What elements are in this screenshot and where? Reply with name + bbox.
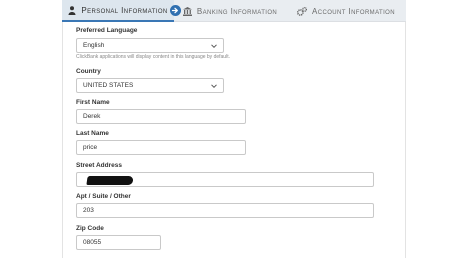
- street-address-label: Street Address: [76, 162, 122, 169]
- chevron-down-icon: [211, 84, 217, 89]
- tab-label: Personal Information: [81, 5, 168, 15]
- bank-icon: [182, 6, 192, 16]
- redaction-mark: [86, 176, 134, 185]
- tab-label: Account Information: [312, 6, 395, 16]
- tab-account-information[interactable]: Account Information: [286, 0, 406, 22]
- arrow-right-circle-icon: [170, 5, 181, 16]
- first-name-value: Derek: [83, 113, 101, 120]
- preferred-language-value: English: [83, 42, 105, 49]
- tab-personal-information[interactable]: Personal Information: [62, 0, 174, 22]
- tab-bar: Personal Information Banking Information…: [62, 0, 406, 22]
- first-name-label: First Name: [76, 99, 110, 106]
- last-name-label: Last Name: [76, 130, 109, 137]
- gears-icon: [297, 6, 308, 16]
- street-address-field[interactable]: [76, 172, 374, 187]
- zip-code-field[interactable]: 08055: [76, 235, 161, 250]
- apt-suite-label: Apt / Suite / Other: [76, 193, 131, 200]
- language-help-text: ClickBank applications will display cont…: [76, 54, 230, 60]
- last-name-field[interactable]: price: [76, 140, 246, 155]
- preferred-language-label: Preferred Language: [76, 27, 138, 34]
- preferred-language-select[interactable]: English: [76, 38, 224, 53]
- zip-code-label: Zip Code: [76, 225, 104, 232]
- country-select[interactable]: UNITED STATES: [76, 78, 224, 93]
- chevron-down-icon: [211, 44, 217, 49]
- country-value: UNITED STATES: [83, 82, 134, 89]
- person-icon: [68, 5, 76, 15]
- apt-suite-field[interactable]: 203: [76, 203, 374, 218]
- tab-label: Banking Information: [196, 6, 278, 16]
- last-name-value: price: [83, 144, 98, 151]
- first-name-field[interactable]: Derek: [76, 109, 246, 124]
- apt-suite-value: 203: [83, 207, 94, 214]
- country-label: Country: [76, 68, 101, 75]
- zip-code-value: 08055: [83, 239, 102, 246]
- tab-banking-information[interactable]: Banking Information: [174, 0, 286, 22]
